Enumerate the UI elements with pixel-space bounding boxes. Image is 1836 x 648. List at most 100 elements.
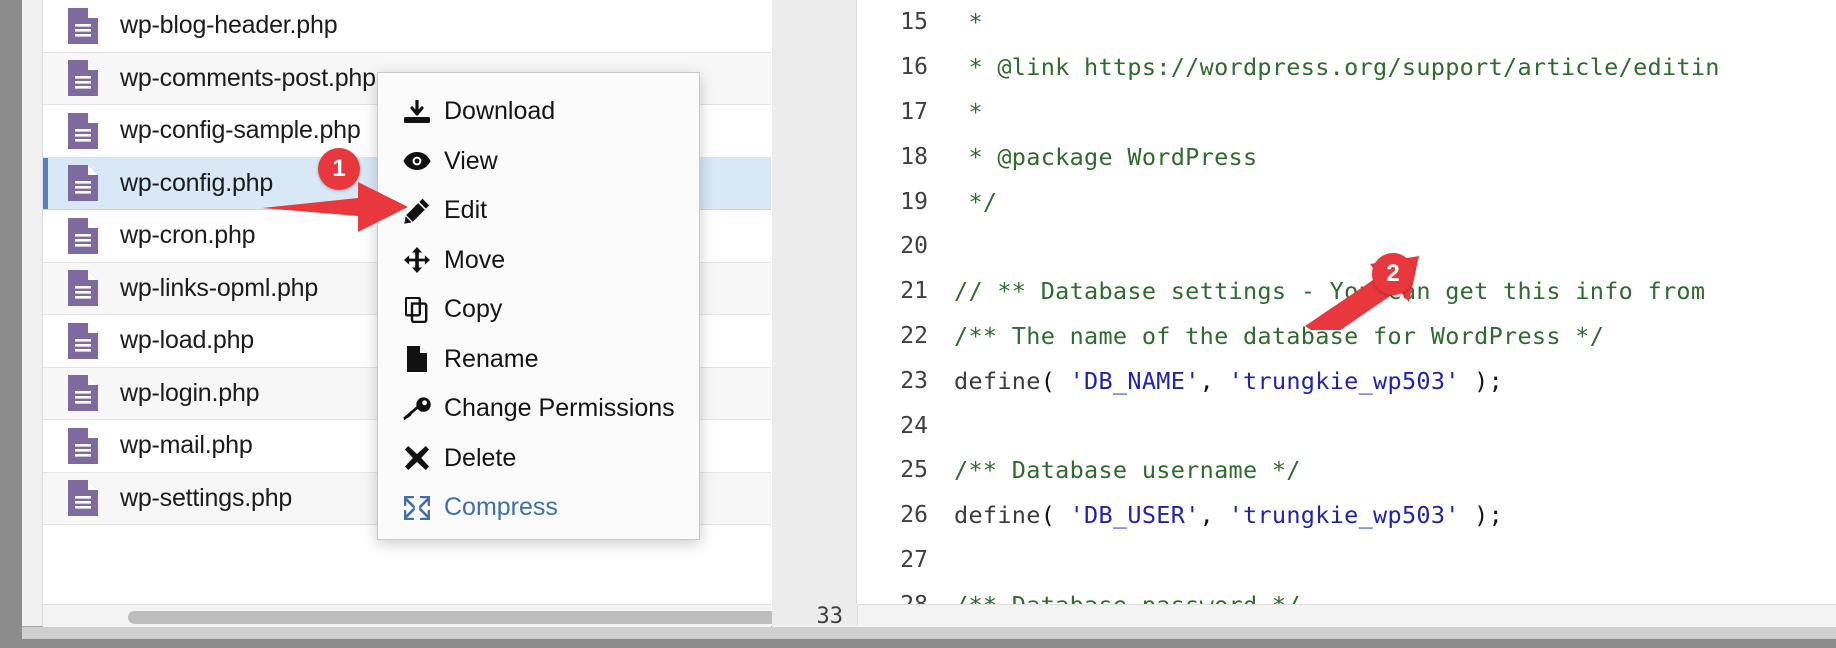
file-name-label: wp-config.php bbox=[120, 169, 273, 198]
context-menu-item-label: Move bbox=[444, 246, 505, 275]
code-line[interactable]: 18 * @package WordPress bbox=[858, 134, 1836, 179]
code-line-number: 16 bbox=[858, 54, 942, 80]
code-token: * @link https://wordpress.org/support/ar… bbox=[954, 53, 1720, 81]
code-line[interactable]: 22 /** The name of the database for WordP… bbox=[858, 314, 1836, 359]
context-menu-item-copy[interactable]: Copy bbox=[378, 285, 699, 335]
annotation-badge-1: 1 bbox=[318, 148, 360, 190]
context-menu-item-rename[interactable]: Rename bbox=[378, 335, 699, 385]
context-menu-item-label: Delete bbox=[444, 444, 516, 473]
code-line[interactable]: 23define( 'DB_NAME', 'trungkie_wp503' ); bbox=[858, 358, 1836, 403]
code-line-number: 19 bbox=[858, 189, 942, 215]
screenshot-root: wp-blog-header.php wp-comments-post.php … bbox=[0, 0, 1836, 648]
context-menu-item-label: Rename bbox=[444, 345, 539, 374]
code-token: /** Database username */ bbox=[954, 456, 1301, 484]
file-name-label: wp-cron.php bbox=[120, 221, 255, 250]
php-file-icon bbox=[68, 480, 98, 516]
annotation-badge-2-label: 2 bbox=[1386, 260, 1399, 288]
context-menu-item-view[interactable]: View bbox=[378, 137, 699, 187]
editor-code-area[interactable]: 15 *16 * @link https://wordpress.org/sup… bbox=[858, 0, 1836, 626]
context-menu-item-move[interactable]: Move bbox=[378, 236, 699, 286]
code-token: define bbox=[954, 367, 1041, 395]
code-line[interactable]: 27 bbox=[858, 538, 1836, 583]
php-file-icon bbox=[68, 165, 98, 201]
code-line-number: 17 bbox=[858, 99, 942, 125]
code-token: ); bbox=[1460, 367, 1503, 395]
php-file-icon bbox=[68, 323, 98, 359]
copy-icon bbox=[400, 297, 434, 323]
code-line-number: 22 bbox=[858, 323, 942, 349]
file-list-row[interactable]: wp-blog-header.php bbox=[43, 0, 771, 53]
pencil-icon bbox=[400, 198, 434, 224]
file-name-label: wp-load.php bbox=[120, 326, 254, 355]
editor-line-number-gutter bbox=[772, 0, 857, 626]
context-menu-item-change-permissions[interactable]: Change Permissions bbox=[378, 384, 699, 434]
code-line[interactable]: 21 // ** Database settings - You can get … bbox=[858, 269, 1836, 314]
code-line[interactable]: 15 * bbox=[858, 0, 1836, 45]
code-editor-panel[interactable]: 15 *16 * @link https://wordpress.org/sup… bbox=[772, 0, 1836, 626]
code-line-number: 27 bbox=[858, 547, 942, 573]
editor-footer bbox=[772, 604, 1836, 627]
code-line-number: 15 bbox=[858, 9, 942, 35]
code-line-number: 26 bbox=[858, 502, 942, 528]
panel-gutter bbox=[22, 0, 43, 626]
file-name-label: wp-config-sample.php bbox=[120, 116, 361, 145]
php-file-icon bbox=[68, 218, 98, 254]
code-token: */ bbox=[954, 188, 997, 216]
code-line-text: define( 'DB_USER', 'trungkie_wp503' ); bbox=[942, 501, 1503, 529]
code-line-text: /** Database username */ bbox=[942, 456, 1301, 484]
php-file-icon bbox=[68, 375, 98, 411]
context-menu-item-download[interactable]: Download bbox=[378, 87, 699, 137]
move-arrows-icon bbox=[400, 247, 434, 273]
code-line[interactable]: 20 bbox=[858, 224, 1836, 269]
code-line[interactable]: 17 * bbox=[858, 90, 1836, 135]
file-name-label: wp-login.php bbox=[120, 379, 259, 408]
file-name-label: wp-mail.php bbox=[120, 431, 253, 460]
eye-icon bbox=[400, 151, 434, 171]
context-menu-item-edit[interactable]: Edit bbox=[378, 186, 699, 236]
code-token: * bbox=[954, 8, 983, 36]
php-file-icon bbox=[68, 113, 98, 149]
code-line-text: * @package WordPress bbox=[942, 143, 1257, 171]
context-menu-item-label: Compress bbox=[444, 493, 558, 522]
code-token: , bbox=[1200, 501, 1229, 529]
code-line[interactable]: 26define( 'DB_USER', 'trungkie_wp503' ); bbox=[858, 493, 1836, 538]
code-line-text: * bbox=[942, 8, 983, 36]
file-name-label: wp-links-opml.php bbox=[120, 274, 318, 303]
code-line-text: */ bbox=[942, 188, 997, 216]
window-bottom-inner bbox=[22, 626, 1836, 639]
php-file-icon bbox=[68, 60, 98, 96]
php-file-icon bbox=[68, 428, 98, 464]
annotation-badge-1-label: 1 bbox=[332, 155, 345, 183]
code-line[interactable]: 25 /** Database username */ bbox=[858, 448, 1836, 493]
code-line-number: 23 bbox=[858, 368, 942, 394]
code-token: /** The name of the database for WordPre… bbox=[954, 322, 1604, 350]
code-token: 'trungkie_wp503' bbox=[1229, 501, 1460, 529]
code-line-text: // ** Database settings - You can get th… bbox=[942, 277, 1705, 305]
code-line-text: /** The name of the database for WordPre… bbox=[942, 322, 1604, 350]
file-name-label: wp-comments-post.php bbox=[120, 64, 376, 93]
code-line-number: 24 bbox=[858, 413, 942, 439]
file-context-menu[interactable]: Download View Edit Move Copy Rename Change Per… bbox=[377, 72, 700, 540]
code-line-number: 25 bbox=[858, 457, 942, 483]
code-line[interactable]: 19 */ bbox=[858, 179, 1836, 224]
code-token: define bbox=[954, 501, 1041, 529]
code-token: 'DB_NAME' bbox=[1070, 367, 1200, 395]
php-file-icon bbox=[68, 8, 98, 44]
code-token: * bbox=[954, 98, 983, 126]
download-icon bbox=[400, 100, 434, 124]
context-menu-item-compress[interactable]: Compress bbox=[378, 483, 699, 533]
code-line[interactable]: 16 * @link https://wordpress.org/support… bbox=[858, 45, 1836, 90]
context-menu-item-label: Download bbox=[444, 97, 555, 126]
code-line[interactable]: 24 bbox=[858, 403, 1836, 448]
code-line-text: * bbox=[942, 98, 983, 126]
context-menu-item-delete[interactable]: Delete bbox=[378, 434, 699, 484]
context-menu-item-label: Change Permissions bbox=[444, 394, 675, 423]
code-line-number: 21 bbox=[858, 278, 942, 304]
code-token: // ** Database settings - You can get th… bbox=[954, 277, 1705, 305]
php-file-icon bbox=[68, 270, 98, 306]
key-icon bbox=[400, 397, 434, 421]
context-menu-item-label: Edit bbox=[444, 196, 487, 225]
file-name-label: wp-blog-header.php bbox=[120, 11, 337, 40]
code-line-number: 20 bbox=[858, 233, 942, 259]
code-token: , bbox=[1200, 367, 1229, 395]
